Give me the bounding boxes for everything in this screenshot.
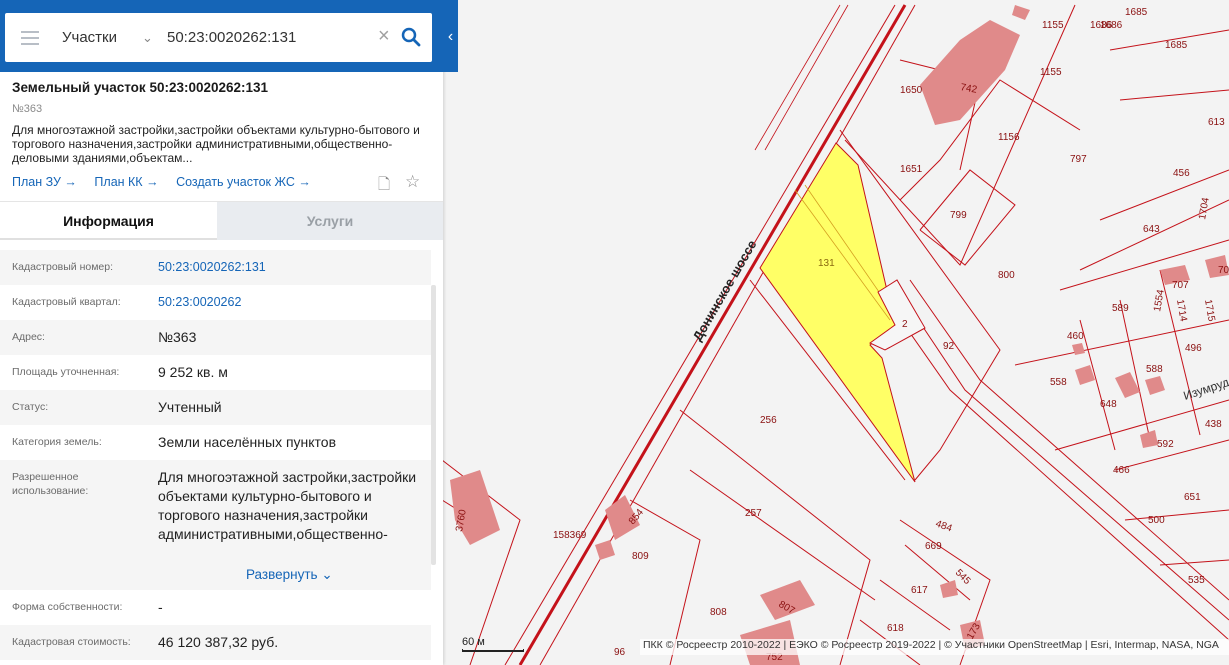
parcel-number-label: 70 [1218,265,1229,276]
layer-select[interactable]: Участки [62,29,117,46]
parcel-number-label: 589 [1112,303,1129,314]
field-row: Статус: Учтенный [0,390,431,425]
tab-bar: Информация Услуги [0,201,443,240]
parcel-number-label: 1156 [998,132,1020,143]
parcel-number-label: 438 [1205,419,1222,430]
menu-icon[interactable] [21,31,39,45]
field-row: Адрес: №363 [0,320,431,355]
field-value: Земли населённых пунктов [158,434,337,450]
parcel-number-label: 1651 [900,164,923,175]
collapse-panel-icon[interactable]: ‹ [443,22,458,52]
field-row: Кадастровый квартал: 50:23:0020262 [0,285,431,320]
field-row: Кадастровая стоимость: 46 120 387,32 руб… [0,625,431,660]
parcel-number-label: 648 [1100,399,1117,410]
field-row: Кадастровый номер: 50:23:0020262:131 [0,250,431,285]
info-panel: Земельный участок 50:23:0020262:131 №363… [0,0,443,665]
parcel-number-label: 617 [911,585,928,596]
parcel-number-label: 588 [1146,364,1163,375]
selected-parcel-label: 131 [818,258,835,269]
search-bar: Участки ⌄ 50:23:0020262:131 × ‹ [0,0,458,72]
field-row: Площадь уточненная: 9 252 кв. м [0,355,431,390]
parcel-number-label: 256 [760,415,777,426]
parcel-number-label: 1685 [1165,40,1188,51]
parcel-number-label: 558 [1050,377,1067,388]
parcel-links: План ЗУ → План КК → Создать участок ЖС → [12,175,325,189]
create-parcel-link[interactable]: Создать участок ЖС → [176,175,311,189]
tab-information[interactable]: Информация [0,202,217,240]
parcel-title: Земельный участок 50:23:0020262:131 [12,80,269,95]
parcel-number-label: 1650 [900,85,923,96]
parcel-number-label: 496 [1185,343,1202,354]
field-label: Кадастровая стоимость: [12,636,131,648]
field-label: Адрес: [12,331,45,343]
parcel-number-label: 500 [1148,515,1165,526]
parcel-number-label: 92 [943,341,955,352]
field-value: Учтенный [158,399,222,415]
plan-kk-link[interactable]: План КК → [94,175,158,189]
parcel-number-label: 257 [745,508,762,519]
parcel-number-label: 800 [998,270,1015,281]
parcel-description: Для многоэтажной застройки,застройки объ… [12,123,420,165]
search-input[interactable]: 50:23:0020262:131 [167,29,296,46]
document-search-icon[interactable]: 🗋 [378,174,390,199]
field-label: Кадастровый квартал: [12,296,121,308]
field-label: Кадастровый номер: [12,261,114,273]
plan-zu-link[interactable]: План ЗУ → [12,175,77,189]
parcel-number-label: 592 [1157,439,1174,450]
field-value: №363 [158,329,197,345]
parcel-number-label: 651 [1184,492,1201,503]
parcel-number-label: 797 [1070,154,1087,165]
parcel-number-label: 618 [887,623,904,634]
parcel-number-label: 1686 [1100,20,1123,31]
parcel-number-label: 669 [925,541,942,552]
field-value: 46 120 387,32 руб. [158,634,279,650]
parcel-number-label: 460 [1067,331,1084,342]
parcel-number-label: 466 [1113,465,1130,476]
field-label: Статус: [12,401,49,413]
parcel-number-label: 1685 [1125,7,1148,18]
field-row: Категория земель: Земли населённых пункт… [0,425,431,460]
scrollbar[interactable] [431,285,436,565]
clear-icon[interactable]: × [378,25,390,48]
chevron-down-icon[interactable]: ⌄ [142,30,153,46]
attribute-list: Кадастровый номер: 50:23:0020262:131 Кад… [0,250,431,660]
map-attribution: ПКК © Росреестр 2010-2022 | ЕЭКО © Росре… [640,639,1229,655]
parcel-subtitle: №363 [12,103,43,115]
cadastral-number-link[interactable]: 50:23:0020262:131 [158,258,266,277]
field-row: Разрешенное использование: Для многоэтаж… [0,460,431,590]
parcel-number-label: 707 [1172,280,1189,291]
parcel-number-label: 809 [632,551,649,562]
scale-label: 60 м [462,636,485,648]
parcel-number-label: 643 [1143,224,1160,235]
cadastral-quarter-link[interactable]: 50:23:0020262 [158,293,241,312]
parcel-number-label: 1155 [1042,20,1064,31]
search-icon[interactable] [401,27,421,47]
chevron-down-icon: ⌄ [321,567,333,582]
search-box[interactable]: Участки ⌄ 50:23:0020262:131 × [5,13,432,62]
field-label: Площадь уточненная: [12,366,120,378]
parcel-number-label: 96 [614,647,626,658]
parcel-number-label: 158369 [553,530,587,541]
parcel-number-label: 808 [710,607,727,618]
parcel-number-label: 1155 [1040,67,1062,78]
scale-bar [462,649,524,652]
parcel-number-label: 613 [1208,117,1225,128]
field-label: Разрешенное использование: [12,471,89,497]
star-icon[interactable]: ☆ [405,172,420,192]
parcel-number-label: 799 [950,210,967,221]
tab-services[interactable]: Услуги [217,202,443,240]
expand-link[interactable]: Развернуть ⌄ [246,567,333,583]
field-value: Для многоэтажной застройки,застройки объ… [158,469,417,542]
field-label: Категория земель: [12,436,102,448]
field-label: Форма собственности: [12,601,123,613]
field-row: Форма собственности: - [0,590,431,625]
field-value: 9 252 кв. м [158,364,228,380]
parcel-number-label: 2 [902,319,908,330]
parcel-number-label: 535 [1188,575,1205,586]
field-value: - [158,599,163,615]
parcel-number-label: 456 [1173,168,1190,179]
